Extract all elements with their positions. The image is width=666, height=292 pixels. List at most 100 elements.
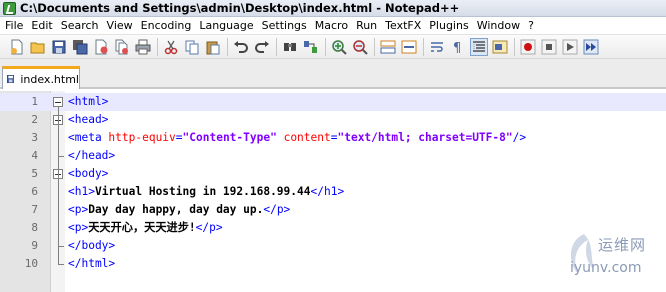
- code-editor[interactable]: 1 <html> 2 <head> 3 <meta http-equiv="Content…: [0, 91, 666, 292]
- play-macro-icon[interactable]: [561, 38, 579, 56]
- find-icon[interactable]: [281, 38, 299, 56]
- toolbar-separator: [325, 37, 326, 56]
- menu-macro[interactable]: Macro: [312, 19, 351, 32]
- menu-encoding[interactable]: Encoding: [138, 19, 195, 32]
- code-token-tag: </h1>: [310, 185, 345, 198]
- zoom-in-icon[interactable]: [330, 38, 348, 56]
- paste-icon[interactable]: [204, 38, 222, 56]
- menu-window[interactable]: Window: [474, 19, 523, 32]
- code-token-tag: =: [175, 131, 183, 144]
- fold-guide-line: [58, 179, 59, 246]
- notepad-plus-plus-app-icon: [3, 1, 16, 15]
- cut-icon[interactable]: [162, 38, 180, 56]
- code-text: <head>: [68, 111, 108, 129]
- line-number: 2: [31, 113, 38, 126]
- watermark-cn-text: 运维网: [598, 236, 647, 254]
- redo-icon[interactable]: [253, 38, 271, 56]
- undo-icon[interactable]: [232, 38, 250, 56]
- saved-file-icon: [7, 75, 15, 83]
- print-icon[interactable]: [134, 38, 152, 56]
- copy-icon[interactable]: [183, 38, 201, 56]
- line-number: 10: [24, 257, 38, 270]
- title-bar: C:\Documents and Settings\admin\Desktop\…: [0, 0, 666, 17]
- toolbar-separator: [157, 37, 158, 56]
- code-token-tag: </html>: [68, 257, 116, 270]
- code-token-txt: Day day happy, day day up.: [88, 203, 264, 216]
- code-text: <p>天天开心，天天进步!</p>: [68, 219, 223, 237]
- code-token-tag: </p>: [195, 221, 223, 234]
- menu-run[interactable]: Run: [353, 19, 380, 32]
- run-macro-multiple-icon[interactable]: [582, 38, 600, 56]
- code-token-str: "text/html; charset=UTF-8": [337, 131, 513, 144]
- code-line[interactable]: 5 <body>: [0, 165, 666, 183]
- code-token-tag: />: [512, 131, 527, 144]
- word-wrap-icon[interactable]: [428, 38, 446, 56]
- stop-recording-icon[interactable]: [540, 38, 558, 56]
- menu-edit[interactable]: Edit: [28, 19, 55, 32]
- menu-help[interactable]: ?: [525, 19, 537, 32]
- menu-search[interactable]: Search: [58, 19, 102, 32]
- tab-index-html[interactable]: index.html: [2, 66, 80, 89]
- show-all-characters-icon[interactable]: ¶: [449, 38, 467, 56]
- line-number: 8: [31, 221, 38, 234]
- indent-guide-icon[interactable]: [470, 37, 488, 56]
- close-all-icon[interactable]: [113, 38, 131, 56]
- code-line[interactable]: 4 </head>: [0, 147, 666, 165]
- open-file-icon[interactable]: [29, 38, 47, 56]
- new-file-icon[interactable]: [8, 38, 26, 56]
- watermark-logo: 运维网 iyunv.com: [564, 230, 660, 286]
- code-line[interactable]: 7 <p>Day day happy, day day up.</p>: [0, 201, 666, 219]
- code-text: <h1>Virtual Hosting in 192.168.99.44</h1…: [68, 183, 344, 201]
- code-token-tag: </body>: [68, 239, 116, 252]
- menu-textfx[interactable]: TextFX: [382, 19, 424, 32]
- code-token-attr: http-equiv: [108, 131, 176, 144]
- document-tab-bar: index.html: [0, 59, 666, 89]
- menu-view[interactable]: View: [104, 19, 136, 32]
- fold-collapse-icon[interactable]: [53, 97, 63, 107]
- replace-icon[interactable]: [302, 38, 320, 56]
- tab-label: index.html: [20, 72, 79, 86]
- toolbar-separator: [374, 37, 375, 56]
- code-token-attr: content: [283, 131, 331, 144]
- code-text: <html>: [68, 93, 108, 111]
- line-number: 4: [31, 149, 38, 162]
- fold-end-marker: [58, 156, 64, 157]
- code-token-tag: <body>: [68, 167, 109, 180]
- record-macro-icon[interactable]: [519, 38, 537, 56]
- code-token-tag: </p>: [263, 203, 291, 216]
- close-icon[interactable]: [92, 38, 110, 56]
- watermark-url-text: iyunv.com: [570, 260, 642, 276]
- toolbar-separator: [423, 37, 424, 56]
- code-token-tag: </head>: [68, 149, 116, 162]
- user-defined-dialog-icon[interactable]: [491, 38, 509, 56]
- menu-plugins[interactable]: Plugins: [426, 19, 471, 32]
- toolbar: ¶: [0, 35, 666, 59]
- code-line[interactable]: 1 <html>: [0, 93, 666, 111]
- code-line[interactable]: 6 <h1>Virtual Hosting in 192.168.99.44</h…: [0, 183, 666, 201]
- sync-horizontal-icon[interactable]: [400, 38, 418, 56]
- menu-settings[interactable]: Settings: [259, 19, 310, 32]
- code-line[interactable]: 3 <meta http-equiv="Content-Type" content…: [0, 129, 666, 147]
- line-number: 7: [31, 203, 38, 216]
- menu-file[interactable]: File: [2, 19, 26, 32]
- code-line[interactable]: 2 <head>: [0, 111, 666, 129]
- save-icon[interactable]: [50, 38, 68, 56]
- code-text: <p>Day day happy, day day up.</p>: [68, 201, 290, 219]
- code-text: </body>: [68, 237, 115, 255]
- menu-language[interactable]: Language: [196, 19, 256, 32]
- save-all-icon[interactable]: [71, 38, 89, 56]
- code-text: </head>: [68, 147, 115, 165]
- code-token-tag: <head>: [68, 113, 109, 126]
- window-title: C:\Documents and Settings\admin\Desktop\…: [20, 1, 460, 15]
- code-text: </html>: [68, 255, 115, 273]
- code-token-tag: <h1>: [68, 185, 95, 198]
- fold-end-marker: [58, 264, 64, 265]
- code-token-tag: <p>: [68, 221, 89, 234]
- code-token-tag: <html>: [68, 95, 109, 108]
- sync-vertical-icon[interactable]: [379, 38, 397, 56]
- line-number: 3: [31, 131, 38, 144]
- zoom-out-icon[interactable]: [351, 38, 369, 56]
- code-token-txt: 天天开心，天天进步!: [88, 221, 196, 234]
- fold-guide-line: [58, 125, 59, 156]
- code-token-tag: <p>: [68, 203, 89, 216]
